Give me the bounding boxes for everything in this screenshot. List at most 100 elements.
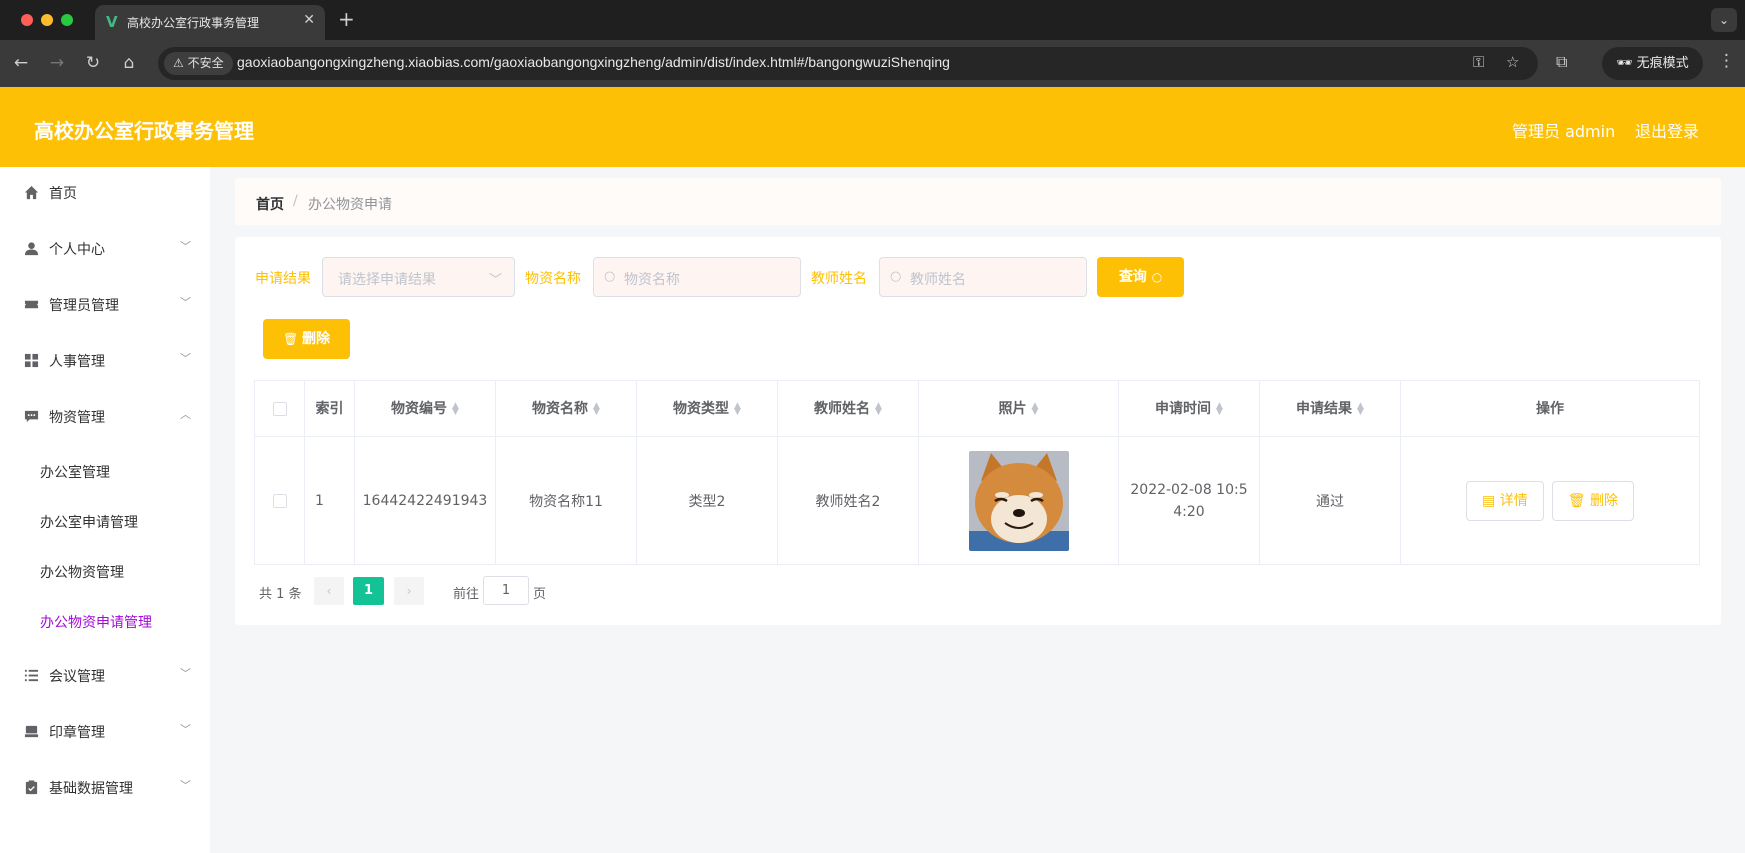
column-header-name[interactable]: 物资名称 ▲ ▼ <box>496 381 637 437</box>
name-search-input[interactable]: ○ 物资名称 <box>593 257 801 297</box>
sidebar-item-materials-management[interactable]: 物资管理 ︿ <box>0 391 210 441</box>
ticket-icon <box>24 297 39 312</box>
address-bar[interactable]: ⚠ 不安全 gaoxiaobangongxingzheng.xiaobias.c… <box>158 47 1538 80</box>
column-header-time[interactable]: 申请时间 ▲ ▼ <box>1119 381 1260 437</box>
chevron-down-icon: ﹀ <box>180 667 191 680</box>
bookmark-star-icon[interactable]: ☆ <box>1506 53 1519 71</box>
password-key-icon[interactable]: ⚿ <box>1473 53 1484 71</box>
browser-tab-strip: V 高校办公室行政事务管理 ✕ + ⌄ <box>0 0 1745 40</box>
column-header-result[interactable]: 申请结果 ▲ ▼ <box>1260 381 1401 437</box>
chevron-down-icon: ﹀ <box>180 240 191 253</box>
sort-icon[interactable]: ▲ ▼ <box>593 402 600 417</box>
maximize-window-icon[interactable] <box>61 14 73 26</box>
sidebar-item-home[interactable]: 首页 <box>0 167 210 217</box>
search-icon: ○ <box>1151 270 1163 284</box>
breadcrumb-current: 办公物资申请 <box>308 197 392 213</box>
chevron-down-icon: ﹀ <box>180 296 191 309</box>
column-header-photo[interactable]: 照片 ▲ ▼ <box>919 381 1119 437</box>
cell-photo <box>919 437 1119 564</box>
column-header-code[interactable]: 物资编号 ▲ ▼ <box>355 381 496 437</box>
tab-search-chevron-icon[interactable]: ⌄ <box>1711 8 1737 32</box>
forward-icon[interactable]: → <box>46 52 68 74</box>
shiba-dog-photo[interactable] <box>968 450 1069 551</box>
sort-icon[interactable]: ▲ ▼ <box>1216 402 1223 417</box>
reload-icon[interactable]: ↻ <box>82 52 104 74</box>
submenu-item-office-management[interactable]: 办公室管理 <box>40 462 110 482</box>
sort-icon[interactable]: ▲ ▼ <box>1032 402 1039 417</box>
search-icon: ○ <box>604 269 616 284</box>
home-icon <box>24 185 39 200</box>
sidebar-item-seal-management[interactable]: 印章管理 ﹀ <box>0 706 210 756</box>
security-label: 不安全 <box>187 56 224 70</box>
grid-icon <box>24 353 39 368</box>
security-chip[interactable]: ⚠ 不安全 <box>164 52 233 75</box>
tab-close-icon[interactable]: ✕ <box>303 12 315 28</box>
extensions-icon[interactable]: ⧉ <box>1556 52 1567 72</box>
sidebar: 首页 个人中心 ﹀ 管理员管理 ﹀ 人事管理 ﹀ 物资管理 ︿ 办公室管理 办公… <box>0 167 210 853</box>
teacher-search-placeholder: 教师姓名 <box>910 272 966 288</box>
sidebar-item-personnel-management[interactable]: 人事管理 ﹀ <box>0 335 210 385</box>
chevron-down-icon: ﹀ <box>180 723 191 736</box>
new-tab-icon[interactable]: + <box>338 8 355 30</box>
result-select-placeholder: 请选择申请结果 <box>338 272 436 288</box>
browser-tab[interactable]: V 高校办公室行政事务管理 ✕ <box>95 5 325 40</box>
name-filter-label: 物资名称 <box>525 271 581 287</box>
breadcrumb-home[interactable]: 首页 <box>256 194 284 214</box>
column-header-label: 教师姓名 <box>814 401 871 417</box>
breadcrumb-separator: / <box>293 193 298 209</box>
sidebar-item-label: 基础数据管理 <box>49 781 133 797</box>
result-select[interactable]: 请选择申请结果 ﹀ <box>322 257 515 297</box>
sidebar-item-label: 会议管理 <box>49 669 105 685</box>
more-menu-icon[interactable]: ⋮ <box>1718 51 1735 71</box>
current-user: 管理员 admin <box>1512 122 1616 141</box>
pagination-page-current[interactable]: 1 <box>353 577 384 605</box>
prev-page-button[interactable]: ‹ <box>314 577 344 605</box>
logout-link[interactable]: 退出登录 <box>1635 118 1699 142</box>
home-nav-icon[interactable]: ⌂ <box>118 52 140 74</box>
sort-icon[interactable]: ▲ ▼ <box>875 402 882 417</box>
detail-button[interactable]: ▤ 详情 <box>1466 480 1544 521</box>
next-page-button[interactable]: › <box>394 577 424 605</box>
submenu-item-office-supplies-application-management[interactable]: 办公物资申请管理 <box>40 612 152 632</box>
column-header-actions: 操作 <box>1401 381 1699 437</box>
url-text[interactable]: gaoxiaobangongxingzheng.xiaobias.com/gao… <box>237 54 950 70</box>
sidebar-item-label: 印章管理 <box>49 725 105 741</box>
column-header-label: 照片 <box>998 401 1027 417</box>
cell-actions: ▤ 详情 🗑 删除 <box>1401 437 1699 564</box>
user-icon <box>24 241 39 256</box>
column-header-label: 申请结果 <box>1296 401 1353 417</box>
sort-icon[interactable]: ▲ ▼ <box>452 402 459 417</box>
sidebar-item-admin-management[interactable]: 管理员管理 ﹀ <box>0 279 210 329</box>
sort-icon[interactable]: ▲ ▼ <box>734 402 741 417</box>
trash-icon: 🗑 <box>1567 492 1590 509</box>
column-header-label: 物资名称 <box>532 401 589 417</box>
cell-teacher: 教师姓名2 <box>778 437 919 564</box>
pagination-goto-input[interactable]: 1 <box>483 576 529 605</box>
delete-button[interactable]: 🗑 删除 <box>263 319 350 359</box>
row-checkbox[interactable] <box>272 493 287 508</box>
sidebar-item-meeting-management[interactable]: 会议管理 ﹀ <box>0 650 210 700</box>
close-window-icon[interactable] <box>21 14 33 26</box>
query-button[interactable]: 查询 ○ <box>1097 257 1184 297</box>
back-icon[interactable]: ← <box>10 52 32 74</box>
data-table: 索引 物资编号 ▲ ▼ 物资名称 ▲ ▼ 物资类型 ▲ ▼ 教师姓名 ▲ ▼ 照片 ▲ ▼ 申请时间… <box>254 380 1700 565</box>
select-all-checkbox[interactable] <box>272 401 287 416</box>
sidebar-item-basic-data-management[interactable]: 基础数据管理 ﹀ <box>0 762 210 812</box>
minimize-window-icon[interactable] <box>41 14 53 26</box>
pagination-goto-label: 前往 <box>453 587 480 602</box>
row-delete-button[interactable]: 🗑 删除 <box>1551 480 1634 521</box>
cell-time: 2022-02-08 10:5 4:20 <box>1119 437 1260 564</box>
chevron-down-icon: ﹀ <box>488 273 502 288</box>
column-header-type[interactable]: 物资类型 ▲ ▼ <box>637 381 778 437</box>
sort-icon[interactable]: ▲ ▼ <box>1357 402 1364 417</box>
teacher-search-input[interactable]: ○ 教师姓名 <box>879 257 1087 297</box>
column-header-label: 物资类型 <box>673 401 730 417</box>
submenu-item-office-supplies-management[interactable]: 办公物资管理 <box>40 562 124 582</box>
submenu-item-office-application-management[interactable]: 办公室申请管理 <box>40 512 138 532</box>
sidebar-item-personal-center[interactable]: 个人中心 ﹀ <box>0 223 210 273</box>
document-icon: ▤ <box>1482 492 1500 509</box>
detail-button-label: 详情 <box>1499 492 1528 509</box>
column-header-teacher[interactable]: 教师姓名 ▲ ▼ <box>778 381 919 437</box>
incognito-badge[interactable]: 🕶 无痕模式 <box>1602 47 1703 80</box>
teacher-filter-label: 教师姓名 <box>811 271 867 287</box>
